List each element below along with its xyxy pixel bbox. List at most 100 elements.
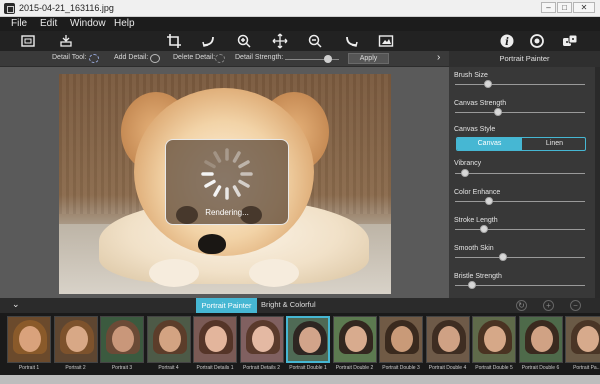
- preset-image: [332, 316, 377, 363]
- preset-label: Portrait Double 4: [428, 365, 467, 371]
- menu-edit[interactable]: Edit: [40, 18, 57, 29]
- preset-image: [193, 316, 237, 363]
- preset-label: Portrait Details 1: [196, 365, 234, 371]
- detail-strength-knob[interactable]: [324, 55, 333, 63]
- preset-thumbnail[interactable]: Portrait Double 5: [472, 316, 516, 374]
- preset-thumbnail[interactable]: Portrait 4: [146, 316, 191, 374]
- svg-text:i: i: [505, 37, 509, 48]
- preset-image: [100, 316, 144, 363]
- vibrancy-knob[interactable]: [461, 169, 470, 177]
- stroke-length-knob[interactable]: [479, 225, 488, 233]
- menu-window[interactable]: Window: [70, 18, 106, 29]
- tab-portrait-painter[interactable]: Portrait Painter: [196, 298, 257, 313]
- preset-label: Portrait Details 2: [243, 365, 280, 371]
- bristle-strength-label: Bristle Strength: [454, 273, 502, 280]
- redo-icon[interactable]: [343, 33, 359, 49]
- chevron-right-icon[interactable]: ›: [437, 52, 440, 63]
- info-icon[interactable]: i: [499, 33, 515, 49]
- zoom-out-icon[interactable]: [307, 33, 323, 49]
- color-enhance-knob[interactable]: [484, 197, 493, 205]
- preset-thumbnail[interactable]: Portrait Details 2: [239, 316, 284, 374]
- preset-label: Portrait 3: [111, 365, 133, 371]
- smooth-skin-slider[interactable]: [455, 257, 585, 258]
- chevron-down-icon[interactable]: ⌄: [12, 299, 20, 310]
- preset-label: Portrait 4: [158, 365, 179, 371]
- menu-file[interactable]: File: [11, 18, 27, 29]
- preset-thumbnail[interactable]: Portrait Details 1: [193, 316, 237, 374]
- canvas-style-label: Canvas Style: [454, 126, 496, 133]
- title-bar: 2015-04-21_163116.jpg – □ ✕: [0, 0, 600, 17]
- canvas-style-toggle: Canvas Linen: [456, 137, 586, 151]
- vibrancy-slider[interactable]: [455, 173, 585, 174]
- undo-icon[interactable]: [201, 33, 217, 49]
- window-title: 2015-04-21_163116.jpg: [19, 3, 114, 13]
- preset-tab-bar: ⌄ Portrait Painter Bright & Colorful ↻ +…: [0, 298, 600, 313]
- menu-help[interactable]: Help: [114, 18, 135, 29]
- preset-thumbnail[interactable]: Portrait 2: [53, 316, 98, 374]
- smooth-skin-knob[interactable]: [499, 253, 508, 261]
- close-button[interactable]: ✕: [573, 2, 595, 13]
- bristle-strength-knob[interactable]: [467, 281, 476, 289]
- preset-thumbnail[interactable]: Portrait Double 3: [379, 316, 423, 374]
- apply-button[interactable]: Apply: [348, 53, 389, 64]
- detail-tool-label: Detail Tool:: [52, 54, 87, 61]
- canvas-style-canvas[interactable]: Canvas: [457, 138, 522, 150]
- preset-thumbnail[interactable]: Portrait Pa...: [565, 316, 600, 374]
- preset-thumbnail[interactable]: Portrait Double 2: [332, 316, 377, 374]
- crop-icon[interactable]: [166, 33, 182, 49]
- zoom-in-icon[interactable]: [236, 33, 252, 49]
- settings-panel: Brush Size Canvas Strength Canvas Style …: [449, 67, 600, 298]
- canvas-style-linen[interactable]: Linen: [522, 138, 585, 150]
- preset-image: [146, 316, 191, 363]
- preset-image: [7, 316, 51, 363]
- preset-image: [472, 316, 516, 363]
- app-icon: [4, 3, 15, 14]
- preset-image: [518, 316, 563, 363]
- preset-thumbnail[interactable]: Portrait Double 4: [425, 316, 470, 374]
- add-detail-icon[interactable]: [150, 54, 160, 63]
- canvas-strength-knob[interactable]: [493, 108, 502, 116]
- refresh-icon[interactable]: ↻: [516, 300, 527, 311]
- preset-thumbnail[interactable]: Portrait 3: [100, 316, 144, 374]
- brush-size-knob[interactable]: [483, 80, 492, 88]
- preset-label: Portrait Pa...: [573, 365, 600, 371]
- add-preset-icon[interactable]: +: [543, 300, 554, 311]
- compare-icon[interactable]: [378, 33, 394, 49]
- preset-label: Portrait Double 3: [382, 365, 420, 371]
- preset-image: [286, 316, 330, 363]
- fit-screen-icon[interactable]: [20, 33, 36, 49]
- preset-thumbnail[interactable]: Portrait Double 1: [286, 316, 330, 374]
- preset-image: [239, 316, 284, 363]
- toolbar: i: [0, 31, 600, 51]
- settings-icon[interactable]: [529, 33, 545, 49]
- tab-bright-colorful[interactable]: Bright & Colorful: [261, 300, 316, 309]
- preset-label: Portrait Double 5: [475, 365, 513, 371]
- preset-label: Portrait Double 6: [521, 365, 560, 371]
- preset-strip: Portrait 1 Portrait 2 Portrait 3 Portrait 4…: [0, 313, 600, 375]
- color-enhance-slider[interactable]: [455, 201, 585, 202]
- minimize-button[interactable]: –: [541, 2, 556, 13]
- delete-detail-icon[interactable]: [215, 54, 225, 63]
- dice-icon[interactable]: [562, 33, 578, 49]
- remove-preset-icon[interactable]: −: [570, 300, 581, 311]
- color-enhance-label: Color Enhance: [454, 189, 501, 196]
- detail-tool-icon[interactable]: [89, 54, 99, 63]
- preset-label: Portrait Double 2: [335, 365, 374, 371]
- preset-image: [565, 316, 600, 363]
- brush-size-slider[interactable]: [455, 84, 585, 85]
- canvas-area: Rendering...: [0, 67, 449, 298]
- preset-image: [379, 316, 423, 363]
- delete-detail-label: Delete Detail:: [173, 54, 216, 61]
- rendering-text: Rendering...: [205, 208, 249, 217]
- rendering-overlay: Rendering...: [165, 139, 289, 225]
- maximize-button[interactable]: □: [557, 2, 572, 13]
- preset-image: [53, 316, 98, 363]
- preset-thumbnail[interactable]: Portrait Double 6: [518, 316, 563, 374]
- canvas-strength-slider[interactable]: [455, 112, 585, 113]
- pan-icon[interactable]: [272, 33, 288, 49]
- canvas-strength-label: Canvas Strength: [454, 100, 507, 107]
- panel-scrollbar[interactable]: [595, 67, 600, 298]
- save-icon[interactable]: [58, 33, 74, 49]
- stroke-length-slider[interactable]: [455, 229, 585, 230]
- preset-thumbnail[interactable]: Portrait 1: [7, 316, 51, 374]
